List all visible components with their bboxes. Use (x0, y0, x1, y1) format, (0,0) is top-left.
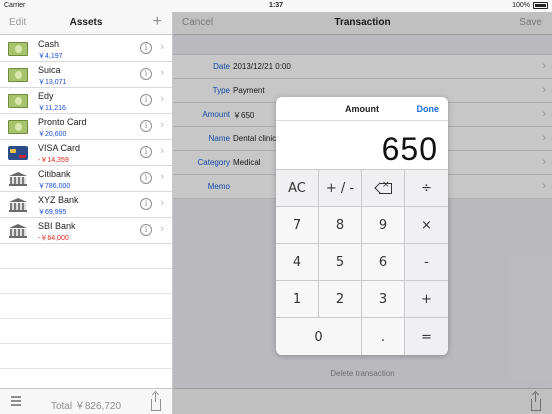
info-icon[interactable]: i (140, 120, 152, 132)
chevron-right-icon: › (160, 223, 164, 235)
popover-header: Amount Done (276, 97, 448, 121)
asset-row[interactable]: Pronto Card ￥20,600 i › (0, 114, 172, 140)
asset-name: Edy (38, 91, 54, 101)
chevron-right-icon: › (160, 197, 164, 209)
key-0[interactable]: 0 (276, 318, 362, 355)
chevron-right-icon: › (160, 119, 164, 131)
key-1[interactable]: 1 (276, 281, 319, 318)
add-asset-button[interactable]: + (153, 13, 162, 31)
empty-row (0, 244, 172, 269)
sign-key[interactable]: + / - (319, 170, 362, 207)
key-6[interactable]: 6 (362, 244, 405, 281)
bank-icon (8, 172, 28, 186)
empty-row (0, 344, 172, 369)
backspace-key[interactable]: × (362, 170, 405, 207)
asset-row[interactable]: Citibank ￥786,000 i › (0, 166, 172, 192)
asset-name: VISA Card (38, 143, 81, 153)
info-icon[interactable]: i (140, 172, 152, 184)
amount-display: 650 (381, 131, 438, 167)
chevron-right-icon: › (160, 93, 164, 105)
asset-balance: ￥20,600 (38, 131, 67, 138)
share-icon[interactable] (151, 393, 161, 411)
keypad: AC + / - × ÷ 7 8 9 × 4 5 6 - 1 2 3 + 0 .… (276, 169, 448, 355)
asset-balance: -￥14,359 (38, 157, 69, 164)
asset-balance: ￥69,995 (38, 209, 67, 216)
cash-icon (8, 94, 28, 108)
empty-row (0, 319, 172, 344)
asset-row[interactable]: XYZ Bank ￥69,995 i › (0, 192, 172, 218)
asset-balance: -￥64,000 (38, 235, 69, 242)
info-icon[interactable]: i (140, 94, 152, 106)
battery-percent: 100% (512, 2, 530, 9)
info-icon[interactable]: i (140, 42, 152, 54)
empty-row (0, 294, 172, 319)
asset-name: Pronto Card (38, 117, 87, 127)
chevron-right-icon: › (160, 145, 164, 157)
info-icon[interactable]: i (140, 224, 152, 236)
clear-key[interactable]: AC (276, 170, 319, 207)
status-bar: Carrier 1:37 100% (0, 0, 552, 12)
asset-name: SBI Bank (38, 221, 76, 231)
asset-name: Citibank (38, 169, 71, 179)
asset-balance: ￥4,197 (38, 53, 63, 60)
info-icon[interactable]: i (140, 146, 152, 158)
amount-popover: Amount Done 650 AC + / - × ÷ 7 8 9 × 4 5… (276, 97, 448, 355)
bank-icon (8, 224, 28, 238)
clock: 1:37 (268, 2, 283, 9)
asset-name: Cash (38, 39, 60, 49)
cash-icon (8, 120, 28, 134)
chevron-right-icon: › (160, 171, 164, 183)
done-button[interactable]: Done (417, 104, 440, 114)
equals-key[interactable]: = (405, 318, 448, 355)
bank-icon (8, 198, 28, 212)
assets-nav-bar: Edit Assets + (0, 12, 172, 35)
cash-icon (8, 42, 28, 56)
battery-indicator: 100% (512, 2, 548, 9)
divide-key[interactable]: ÷ (405, 170, 448, 207)
empty-row (0, 269, 172, 294)
asset-list: Cash ￥4,197 i › Suica ￥13,071 i › Edy ￥11,216 i › Pr… (0, 36, 172, 394)
asset-name: XYZ Bank (38, 195, 79, 205)
key-9[interactable]: 9 (362, 207, 405, 244)
asset-balance: ￥786,000 (38, 183, 71, 190)
key-7[interactable]: 7 (276, 207, 319, 244)
key-8[interactable]: 8 (319, 207, 362, 244)
chevron-right-icon: › (160, 41, 164, 53)
multiply-key[interactable]: × (405, 207, 448, 244)
credit-card-icon (8, 146, 28, 160)
cash-icon (8, 68, 28, 82)
key-3[interactable]: 3 (362, 281, 405, 318)
asset-row[interactable]: Edy ￥11,216 i › (0, 88, 172, 114)
asset-balance: ￥13,071 (38, 79, 67, 86)
key-2[interactable]: 2 (319, 281, 362, 318)
chevron-right-icon: › (160, 67, 164, 79)
plus-key[interactable]: + (405, 281, 448, 318)
asset-row[interactable]: Cash ￥4,197 i › (0, 36, 172, 62)
info-icon[interactable]: i (140, 198, 152, 210)
key-4[interactable]: 4 (276, 244, 319, 281)
total-label: Total ￥826,720 (50, 401, 122, 412)
key-5[interactable]: 5 (319, 244, 362, 281)
assets-title: Assets (69, 17, 103, 28)
assets-pane: Edit Assets + Cash ￥4,197 i › Suica ￥13,071 i ›… (0, 12, 172, 414)
decimal-key[interactable]: . (362, 318, 405, 355)
asset-row[interactable]: Suica ￥13,071 i › (0, 62, 172, 88)
assets-toolbar: Total ￥826,720 (0, 388, 172, 414)
minus-key[interactable]: - (405, 244, 448, 281)
backspace-icon: × (374, 180, 392, 194)
asset-row[interactable]: VISA Card -￥14,359 i › (0, 140, 172, 166)
info-icon[interactable]: i (140, 68, 152, 80)
asset-balance: ￥11,216 (38, 105, 66, 112)
asset-row[interactable]: SBI Bank -￥64,000 i › (0, 218, 172, 244)
asset-name: Suica (38, 65, 61, 75)
battery-icon (533, 2, 548, 9)
